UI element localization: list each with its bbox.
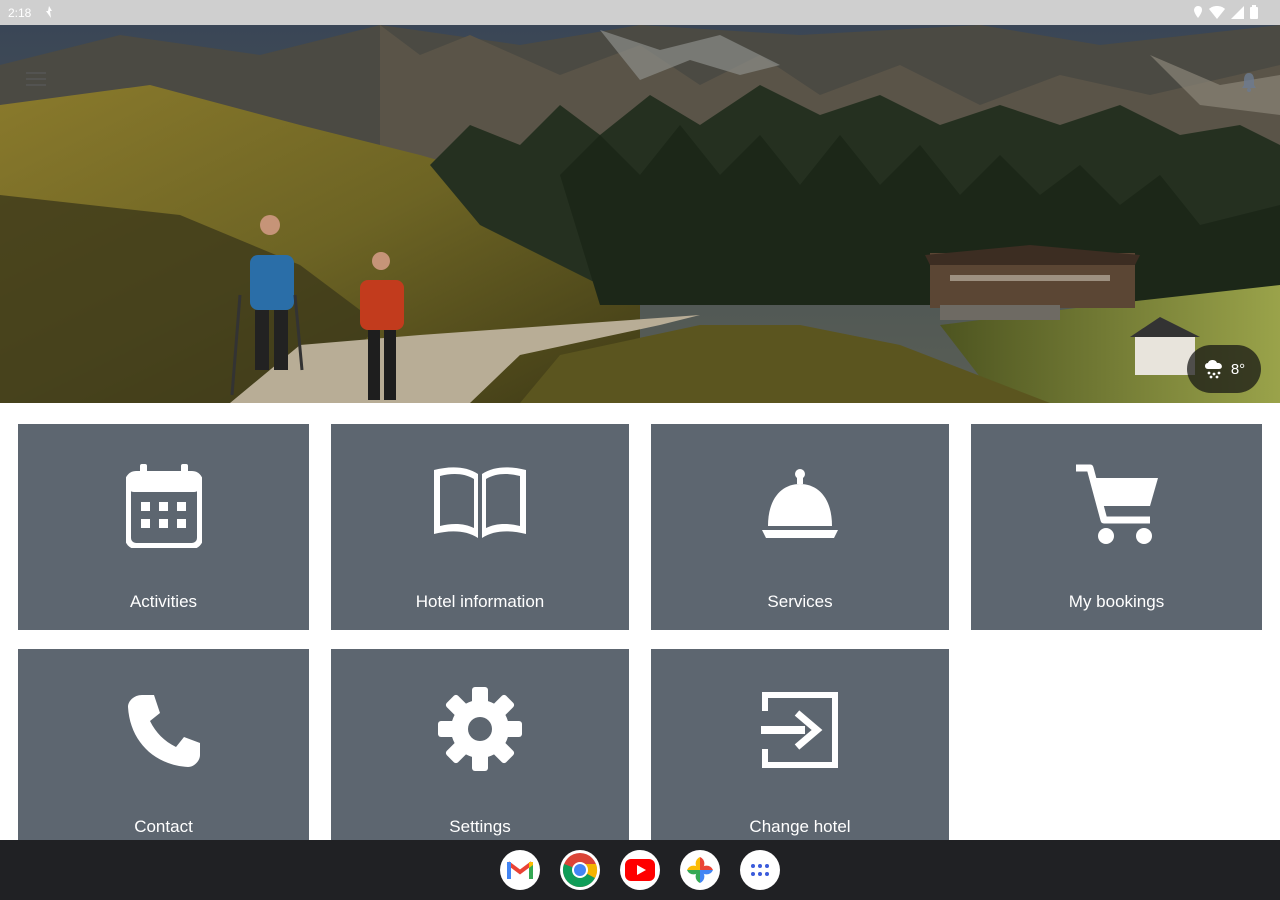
- tile-label: My bookings: [1068, 592, 1165, 611]
- notification-icon: [46, 6, 52, 18]
- gear-icon: [438, 687, 522, 771]
- mountain-landscape-image: [0, 25, 1280, 403]
- tile-settings[interactable]: Settings: [331, 649, 629, 840]
- tile-contact[interactable]: Contact: [18, 649, 309, 840]
- weather-widget[interactable]: 8°: [1187, 345, 1261, 393]
- calendar-icon: [125, 464, 202, 548]
- photos-icon[interactable]: [680, 850, 720, 890]
- book-icon: [434, 467, 526, 538]
- status-time: 2:18: [8, 6, 32, 20]
- tile-hotel-information[interactable]: Hotel information: [331, 424, 629, 630]
- chrome-icon[interactable]: [560, 850, 600, 890]
- snow-cloud-icon: [1204, 360, 1222, 379]
- status-bar: 2:18: [0, 0, 1280, 25]
- tile-activities[interactable]: Activities: [18, 424, 309, 630]
- location-icon: [1194, 6, 1202, 18]
- hero-image: 8°: [0, 25, 1280, 403]
- cart-icon: [1075, 464, 1158, 544]
- tile-label: Settings: [449, 817, 511, 836]
- tile-label: Activities: [129, 592, 198, 611]
- phone-icon: [127, 695, 200, 767]
- menu-button[interactable]: [26, 72, 46, 88]
- status-icons: [1193, 5, 1258, 19]
- youtube-icon[interactable]: [620, 850, 660, 890]
- tile-label: Contact: [134, 817, 193, 836]
- gmail-icon[interactable]: [500, 850, 540, 890]
- tile-change-hotel[interactable]: Change hotel: [651, 649, 949, 840]
- battery-icon: [1250, 5, 1258, 19]
- notification-bell-icon[interactable]: [1240, 71, 1258, 93]
- tile-label: Hotel information: [415, 592, 545, 611]
- taskbar: [0, 840, 1280, 900]
- tile-my-bookings[interactable]: My bookings: [971, 424, 1262, 630]
- app-launcher-icon[interactable]: [740, 850, 780, 890]
- login-icon: [761, 692, 838, 768]
- tile-label: Change hotel: [749, 817, 851, 836]
- weather-temperature: 8°: [1230, 360, 1246, 378]
- tile-label: Services: [767, 592, 833, 611]
- tile-services[interactable]: Services: [651, 424, 949, 630]
- wifi-icon: [1209, 5, 1225, 19]
- service-bell-icon: [762, 469, 838, 538]
- signal-icon: [1231, 5, 1244, 19]
